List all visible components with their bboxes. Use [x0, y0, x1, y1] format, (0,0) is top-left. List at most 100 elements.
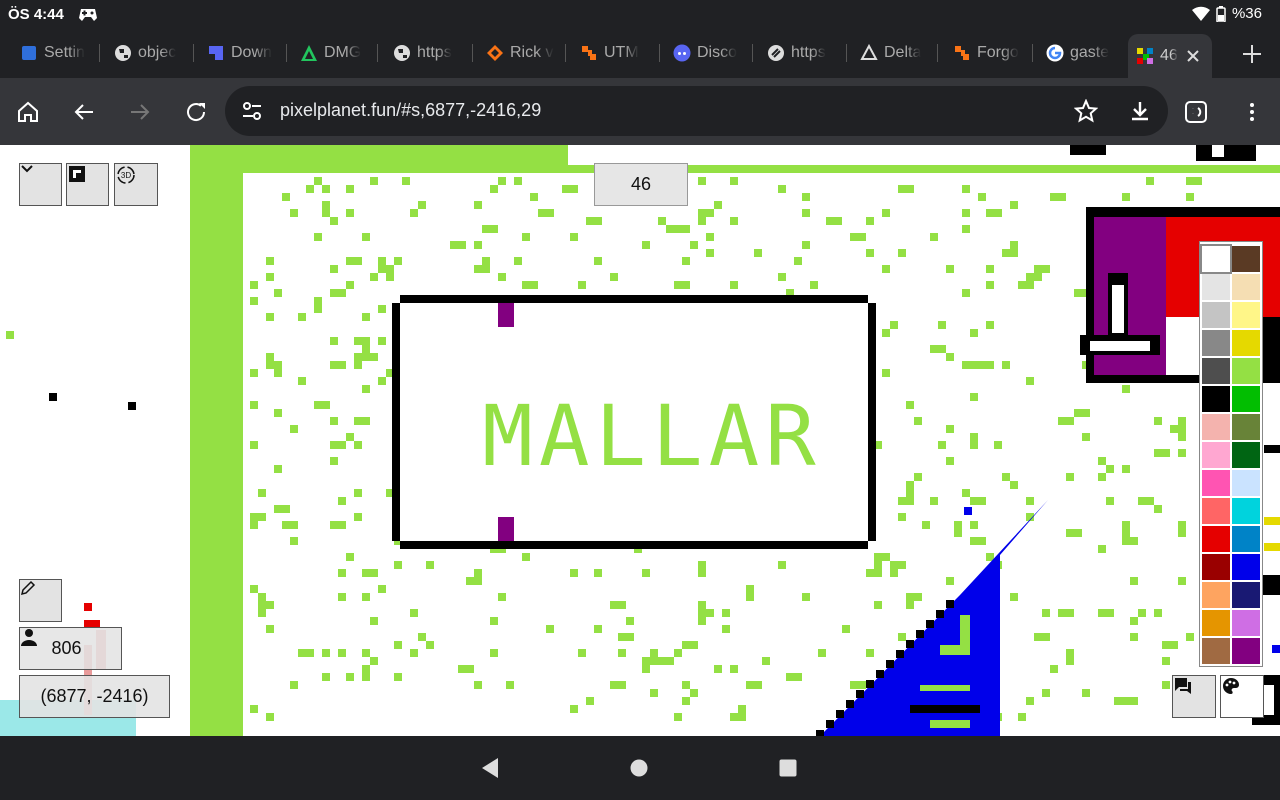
- nav-recents-icon[interactable]: [779, 759, 797, 777]
- browser-toolbar: pixelplanet.fun/#s,6877,-2416,29: [0, 78, 1280, 145]
- tab-5[interactable]: https: [393, 38, 473, 68]
- menu-button[interactable]: [1236, 96, 1268, 128]
- canvas-icon: [69, 166, 85, 182]
- palette-swatch[interactable]: [1202, 526, 1230, 552]
- rick-site-icon: [486, 44, 504, 62]
- tab-12[interactable]: gaste: [1046, 38, 1118, 68]
- reload-icon: [187, 103, 206, 121]
- palette-toggle-button[interactable]: [1220, 675, 1264, 718]
- expand-menu-button[interactable]: [19, 163, 62, 206]
- person-icon: [21, 629, 37, 646]
- battery-icon: [1216, 5, 1226, 22]
- discord-icon: [673, 44, 691, 62]
- 3d-rotate-icon: 3D: [117, 166, 135, 184]
- forward-arrow-icon: [131, 104, 150, 120]
- nav-back-icon[interactable]: [480, 756, 500, 780]
- close-tab-icon[interactable]: [1186, 49, 1200, 63]
- user-count: 806: [51, 638, 82, 658]
- palette-swatch[interactable]: [1202, 330, 1230, 356]
- palette-swatch[interactable]: [1232, 582, 1260, 608]
- palette-swatch[interactable]: [1232, 554, 1260, 580]
- palette-swatch[interactable]: [1202, 414, 1230, 440]
- tab-2[interactable]: objec: [114, 38, 194, 68]
- palette-swatch[interactable]: [1202, 582, 1230, 608]
- tab-switcher-button[interactable]: [1180, 96, 1212, 128]
- site-settings-icon[interactable]: [241, 100, 263, 122]
- palette-swatch[interactable]: [1232, 302, 1260, 328]
- palette-swatch[interactable]: [1202, 302, 1230, 328]
- palette-swatch[interactable]: [1232, 638, 1260, 664]
- palette-swatch[interactable]: [1232, 358, 1260, 384]
- status-time: ÖS 4:44: [8, 6, 64, 23]
- palette-swatch[interactable]: [1232, 274, 1260, 300]
- nav-home-icon[interactable]: [630, 759, 648, 777]
- palette-swatch[interactable]: [1232, 526, 1260, 552]
- palette-swatch[interactable]: [1232, 442, 1260, 468]
- tab-9[interactable]: https: [767, 38, 847, 68]
- chat-button[interactable]: [1172, 675, 1216, 718]
- palette-swatch[interactable]: [1232, 610, 1260, 636]
- 3d-view-button[interactable]: 3D: [114, 163, 158, 206]
- home-button[interactable]: [12, 96, 44, 128]
- dmg-site-icon: [300, 44, 318, 62]
- address-bar[interactable]: pixelplanet.fun/#s,6877,-2416,29: [225, 86, 1168, 136]
- back-button[interactable]: [68, 96, 100, 128]
- forgo-site-icon: [953, 44, 971, 62]
- tab-4[interactable]: DMG: [300, 38, 378, 68]
- more-vert-icon: [1250, 103, 1254, 121]
- palette-swatch[interactable]: [1202, 554, 1230, 580]
- tab-10[interactable]: Delta: [860, 38, 938, 68]
- tab-1[interactable]: Settin: [20, 38, 100, 68]
- user-count-box[interactable]: 806: [19, 627, 122, 670]
- palette-swatch[interactable]: [1232, 470, 1260, 496]
- online-counter[interactable]: 46: [594, 163, 688, 206]
- pixel-art[interactable]: MALLAR: [0, 145, 1280, 736]
- palette-swatch[interactable]: [1202, 358, 1230, 384]
- palette-swatch[interactable]: [1232, 330, 1260, 356]
- color-palette: [1199, 241, 1263, 667]
- smiley-box-icon: [1185, 101, 1207, 123]
- palette-swatch[interactable]: [1202, 274, 1230, 300]
- status-right: %36: [1191, 5, 1262, 22]
- tab-active[interactable]: 46: [1128, 34, 1212, 78]
- palette-swatch[interactable]: [1202, 610, 1230, 636]
- download-icon[interactable]: [1128, 99, 1152, 123]
- sign-border-left: [392, 303, 400, 541]
- palette-swatch[interactable]: [1232, 414, 1260, 440]
- coordinates-box[interactable]: (6877, -2416): [19, 675, 170, 718]
- battery-level: %36: [1231, 5, 1262, 22]
- sign-border-top: [400, 295, 868, 303]
- wifi-icon: [1191, 6, 1210, 21]
- status-bar: ÖS 4:44 %36: [0, 0, 1280, 30]
- new-tab-icon[interactable]: [1242, 44, 1262, 64]
- canvas-select-button[interactable]: [66, 163, 109, 206]
- chat-icon: [1175, 678, 1191, 694]
- tab-8[interactable]: Disco: [673, 38, 753, 68]
- palette-swatch[interactable]: [1202, 470, 1230, 496]
- palette-swatch[interactable]: [1202, 638, 1230, 664]
- tab-3[interactable]: Down: [207, 38, 287, 68]
- forward-button[interactable]: [124, 96, 156, 128]
- palette-swatch[interactable]: [1202, 386, 1230, 412]
- chevron-down-icon: [21, 165, 33, 173]
- palette-swatch[interactable]: [1232, 498, 1260, 524]
- bookmark-star-icon[interactable]: [1074, 99, 1098, 123]
- reload-button[interactable]: [180, 96, 212, 128]
- pixelplanet-icon: [1136, 47, 1154, 65]
- download-site-icon: [207, 44, 225, 62]
- pixel-canvas[interactable]: MALLAR 3D 46 806 (6877, -2416): [0, 145, 1280, 736]
- palette-swatch[interactable]: [1202, 442, 1230, 468]
- tab-6[interactable]: Rick v: [486, 38, 566, 68]
- tab-11[interactable]: Forgo: [953, 38, 1033, 68]
- back-arrow-icon: [74, 104, 93, 120]
- online-count: 46: [630, 174, 652, 194]
- tab-strip: Settin objec Down DMG https Rick v UTM D…: [0, 30, 1280, 78]
- pencil-button[interactable]: [19, 579, 62, 622]
- palette-swatch[interactable]: [1202, 498, 1230, 524]
- palette-swatch[interactable]: [1200, 244, 1232, 274]
- palette-swatch[interactable]: [1232, 246, 1260, 272]
- palette-swatch[interactable]: [1232, 386, 1260, 412]
- tab-7[interactable]: UTM: [580, 38, 660, 68]
- gamepad-icon: [79, 9, 97, 21]
- utm-site-icon: [580, 44, 598, 62]
